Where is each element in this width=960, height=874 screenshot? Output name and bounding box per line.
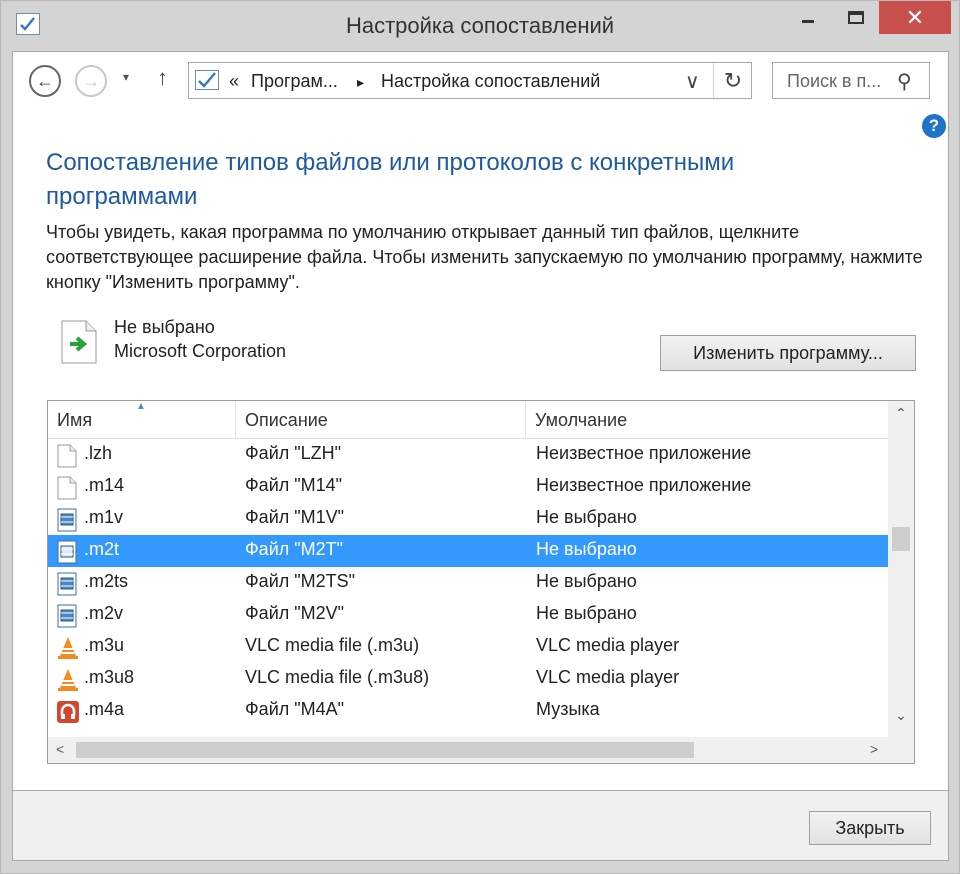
row-default-program: Не выбрано bbox=[536, 539, 637, 559]
up-button[interactable]: ↑ bbox=[157, 65, 168, 91]
current-program-company: Microsoft Corporation bbox=[114, 341, 287, 361]
document-icon bbox=[57, 444, 79, 468]
scroll-right-icon[interactable]: > bbox=[870, 741, 878, 757]
video-file-icon bbox=[57, 572, 79, 596]
control-panel-icon bbox=[195, 70, 219, 90]
row-default-program: Неизвестное приложение bbox=[536, 475, 752, 495]
horizontal-scroll-thumb[interactable] bbox=[76, 742, 694, 758]
row-description: Файл "M4A" bbox=[245, 699, 345, 719]
table-row[interactable]: .m2v Файл "M2V" Не выбрано bbox=[48, 599, 888, 631]
sort-ascending-icon: ▲ bbox=[136, 401, 146, 412]
table-row[interactable]: .lzh Файл "LZH" Неизвестное приложение bbox=[48, 439, 888, 471]
row-extension: .m3u8 bbox=[84, 667, 135, 687]
title-bar[interactable]: Настройка сопоставлений ✕ bbox=[1, 1, 959, 51]
row-description: VLC media file (.m3u) bbox=[245, 635, 420, 655]
column-header-description[interactable]: Описание bbox=[236, 401, 526, 439]
close-button[interactable]: Закрыть bbox=[809, 811, 931, 845]
search-box[interactable]: Поиск в п... ⚲ bbox=[772, 62, 930, 99]
table-row[interactable]: .m1v Файл "M1V" Не выбрано bbox=[48, 503, 888, 535]
vertical-scrollbar[interactable]: ⌃ ⌄ bbox=[888, 401, 914, 737]
table-row[interactable]: .m14 Файл "M14" Неизвестное приложение bbox=[48, 471, 888, 503]
scroll-left-icon[interactable]: < bbox=[56, 741, 64, 757]
address-dropdown-icon[interactable]: ∨ bbox=[685, 69, 700, 94]
vlc-cone-icon bbox=[57, 668, 79, 692]
row-default-program: VLC media player bbox=[536, 667, 680, 687]
maximize-button[interactable] bbox=[837, 1, 875, 33]
table-row[interactable]: .m2ts Файл "M2TS" Не выбрано bbox=[48, 567, 888, 599]
breadcrumb-overflow[interactable]: « bbox=[229, 71, 239, 92]
refresh-icon: ↻ bbox=[723, 67, 743, 93]
arrow-up-icon: ↑ bbox=[157, 65, 168, 90]
column-header-default[interactable]: Умолчание bbox=[526, 401, 888, 439]
list-header: Имя ▲ Описание Умолчание bbox=[48, 401, 888, 439]
chevron-down-icon: ▾ bbox=[123, 70, 130, 84]
search-input[interactable]: Поиск в п... bbox=[787, 71, 881, 92]
row-extension: .m2v bbox=[84, 603, 124, 623]
table-row[interactable]: .m4a Файл "M4A" Музыка bbox=[48, 695, 888, 727]
help-icon[interactable]: ? bbox=[922, 114, 946, 138]
table-row[interactable]: .m2t Файл "M2T" Не выбрано bbox=[48, 535, 888, 567]
page-description: Чтобы увидеть, какая программа по умолча… bbox=[46, 222, 923, 292]
refresh-button[interactable]: ↻ bbox=[713, 63, 752, 98]
search-icon[interactable]: ⚲ bbox=[897, 69, 912, 94]
video-file-icon bbox=[57, 604, 79, 628]
breadcrumb-programs[interactable]: Програм... bbox=[251, 71, 338, 92]
row-default-program: Не выбрано bbox=[536, 603, 637, 623]
scrollbar-corner bbox=[888, 737, 914, 763]
document-icon bbox=[57, 476, 79, 500]
minimize-icon bbox=[802, 19, 814, 23]
row-default-program: VLC media player bbox=[536, 635, 680, 655]
current-program-name: Не выбрано bbox=[114, 317, 215, 337]
forward-button[interactable]: → bbox=[75, 65, 107, 97]
row-description: Файл "M2V" bbox=[245, 603, 345, 623]
row-description: Файл "M14" bbox=[245, 475, 343, 495]
row-description: Файл "M2TS" bbox=[245, 571, 356, 591]
default-program-icon bbox=[60, 320, 98, 364]
dialog-window: Настройка сопоставлений ✕ ← → ▾ ↑ « Прог… bbox=[0, 0, 960, 874]
maximize-icon bbox=[848, 10, 864, 24]
breadcrumb-separator-icon[interactable]: ▸ bbox=[357, 74, 364, 91]
associations-list[interactable]: Имя ▲ Описание Умолчание .lzh Файл "LZH" Н… bbox=[47, 400, 915, 764]
row-description: Файл "LZH" bbox=[245, 443, 342, 463]
page-title: Сопоставление типов файлов или протоколо… bbox=[46, 149, 735, 210]
back-button[interactable]: ← bbox=[29, 65, 61, 97]
row-description: VLC media file (.m3u8) bbox=[245, 667, 430, 687]
row-extension: .m14 bbox=[84, 475, 125, 495]
table-row[interactable]: .m3u VLC media file (.m3u) VLC media playe… bbox=[48, 631, 888, 663]
vlc-cone-icon bbox=[57, 636, 79, 660]
row-extension: .m2ts bbox=[84, 571, 129, 591]
address-bar[interactable]: « Програм... ▸ Настройка сопоставлений ∨… bbox=[188, 62, 752, 99]
row-default-program: Неизвестное приложение bbox=[536, 443, 752, 463]
row-extension: .m4a bbox=[84, 699, 125, 719]
row-extension: .m2t bbox=[84, 539, 120, 559]
vertical-scroll-thumb[interactable] bbox=[892, 527, 910, 551]
dialog-footer: Закрыть bbox=[12, 791, 949, 861]
table-row[interactable]: .m3u8 VLC media file (.m3u8) VLC media pla… bbox=[48, 663, 888, 695]
arrow-right-icon: → bbox=[82, 70, 100, 91]
arrow-left-icon: ← bbox=[36, 70, 54, 91]
client-area: ← → ▾ ↑ « Програм... ▸ Настройка сопоста… bbox=[12, 51, 949, 791]
video-file-icon bbox=[57, 508, 79, 532]
scroll-down-icon[interactable]: ⌄ bbox=[888, 707, 914, 724]
close-window-button[interactable]: ✕ bbox=[879, 1, 951, 34]
music-icon bbox=[57, 700, 79, 724]
breadcrumb-current[interactable]: Настройка сопоставлений bbox=[381, 71, 600, 92]
recent-locations-dropdown[interactable]: ▾ bbox=[123, 70, 129, 84]
row-extension: .lzh bbox=[84, 443, 113, 463]
minimize-button[interactable] bbox=[789, 1, 827, 33]
change-program-button[interactable]: Изменить программу... bbox=[660, 335, 916, 371]
row-description: Файл "M2T" bbox=[245, 539, 344, 559]
close-icon: ✕ bbox=[905, 4, 925, 30]
row-extension: .m1v bbox=[84, 507, 124, 527]
scroll-up-icon[interactable]: ⌃ bbox=[888, 405, 914, 422]
column-header-name[interactable]: Имя ▲ bbox=[48, 401, 236, 439]
horizontal-scrollbar[interactable]: < > bbox=[48, 737, 888, 763]
row-default-program: Не выбрано bbox=[536, 571, 637, 591]
row-description: Файл "M1V" bbox=[245, 507, 345, 527]
video-file-icon bbox=[57, 540, 79, 564]
row-default-program: Музыка bbox=[536, 699, 600, 719]
row-default-program: Не выбрано bbox=[536, 507, 637, 527]
row-extension: .m3u bbox=[84, 635, 125, 655]
